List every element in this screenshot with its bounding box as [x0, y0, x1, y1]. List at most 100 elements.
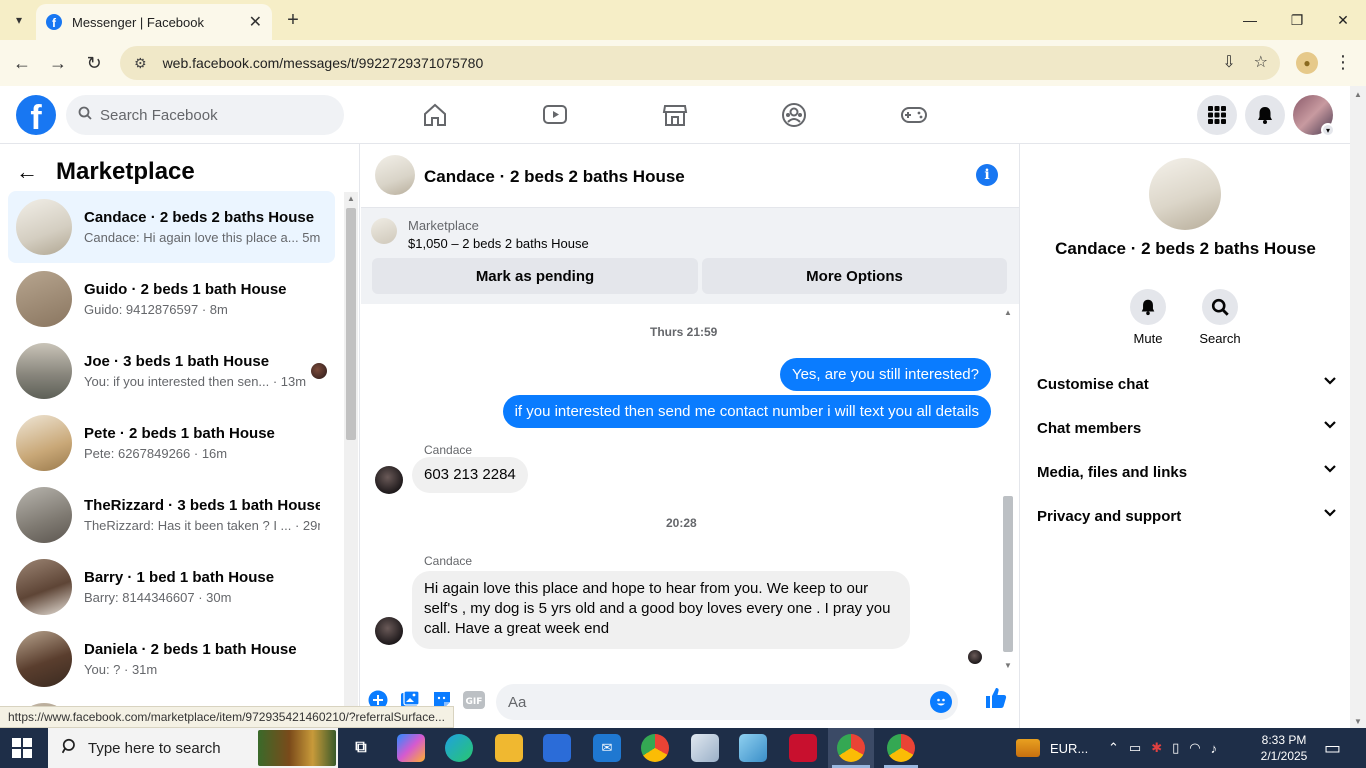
groups-icon[interactable] [779, 100, 809, 130]
network-wifi-icon[interactable]: ◠ [1189, 740, 1200, 756]
chrome-profile-icon[interactable] [887, 734, 915, 762]
browser-toolbar: ← → ↻ ⚙ web.facebook.com/messages/t/9922… [0, 40, 1366, 86]
chat-title[interactable]: Candace · 2 beds 2 baths House [424, 167, 685, 187]
mail-icon[interactable]: ✉ [593, 734, 621, 762]
marketplace-icon[interactable] [660, 100, 690, 130]
mark-as-pending-button[interactable]: Mark as pending [372, 258, 698, 294]
page-scrollbar[interactable]: ▲ ▼ [1350, 86, 1366, 728]
forward-button[interactable]: → [45, 50, 71, 76]
incoming-message[interactable]: Hi again love this place and hope to hea… [412, 571, 910, 649]
tab-close-icon[interactable]: ✕ [249, 12, 262, 32]
chat-members-section[interactable]: Chat members [1028, 406, 1344, 450]
details-avatar[interactable] [1149, 158, 1221, 230]
windows-start-icon[interactable] [12, 738, 32, 758]
menu-grid-icon[interactable] [1197, 95, 1237, 135]
home-icon[interactable] [420, 100, 450, 130]
outgoing-message[interactable]: Yes, are you still interested? [779, 358, 991, 391]
video-icon[interactable] [540, 100, 570, 130]
mute-button[interactable]: Mute [1118, 289, 1178, 346]
taskbar-search[interactable]: Type here to search [48, 728, 338, 768]
info-icon[interactable]: i [976, 164, 998, 186]
conversation-item[interactable]: Pete · 2 beds 1 bath House Pete: 6267849… [8, 407, 335, 479]
volume-icon[interactable]: ♪ [1211, 741, 1218, 756]
task-view-icon[interactable]: ⧉ [347, 734, 375, 762]
gaming-icon[interactable] [899, 100, 929, 130]
close-window-button[interactable]: ✕ [1331, 8, 1355, 32]
listing-thumbnail[interactable] [371, 218, 397, 244]
system-clock[interactable]: 8:33 PM 2/1/2025 [1254, 732, 1314, 764]
incoming-message[interactable]: 603 213 2284 [412, 457, 528, 493]
back-button[interactable]: ← [9, 50, 35, 76]
media-files-links-section[interactable]: Media, files and links [1028, 450, 1344, 494]
profile-avatar[interactable]: ▾ [1293, 95, 1335, 137]
scroll-up-arrow-icon[interactable]: ▲ [347, 194, 355, 203]
bookmark-star-icon[interactable]: ☆ [1254, 52, 1268, 72]
scroll-down-arrow-icon[interactable]: ▼ [1004, 661, 1012, 670]
conversation-item[interactable]: Guido · 2 beds 1 bath House Guido: 94128… [8, 263, 335, 335]
conversation-item[interactable]: Candace · 2 beds 2 baths House Candace: … [8, 191, 335, 263]
like-thumbs-up-icon[interactable] [984, 686, 1008, 710]
windows-taskbar: Type here to search ⧉ ✉ EUR... ⌃ ▭ ✱ ▯ ◠… [0, 728, 1366, 768]
sender-avatar[interactable] [375, 466, 403, 494]
sidebar-title: Marketplace [56, 158, 195, 185]
notifications-bell-icon[interactable] [1245, 95, 1285, 135]
conversation-preview: Candace: Hi again love this place a... 5… [84, 230, 320, 245]
currency-widget[interactable]: EUR... [1016, 728, 1088, 768]
chat-scrollbar[interactable]: ▲ ▼ [1001, 306, 1015, 670]
conversation-item[interactable]: Joe · 3 beds 1 bath House You: if you in… [8, 335, 335, 407]
customise-chat-section[interactable]: Customise chat [1028, 362, 1344, 406]
tab-title: Messenger | Facebook [72, 14, 204, 30]
facebook-search[interactable] [66, 95, 344, 135]
notepad-app-icon[interactable] [739, 734, 767, 762]
conversation-item[interactable]: Daniela · 2 beds 1 bath House You: ? · 3… [8, 623, 335, 695]
scroll-up-arrow-icon[interactable]: ▲ [1354, 90, 1362, 99]
site-info-icon[interactable]: ⚙ [134, 55, 147, 72]
chrome-icon[interactable] [641, 734, 669, 762]
back-arrow-icon[interactable]: ← [16, 159, 48, 185]
browser-menu-icon[interactable]: ⋮ [1334, 52, 1352, 73]
reload-button[interactable]: ↻ [81, 50, 107, 76]
gif-icon[interactable]: GIF [462, 688, 486, 712]
browser-tab[interactable]: f Messenger | Facebook ✕ [36, 4, 272, 40]
antivirus-icon[interactable]: ✱ [1151, 740, 1162, 756]
microsoft-store-icon[interactable] [543, 734, 571, 762]
paint-app-icon[interactable] [691, 734, 719, 762]
conversation-item[interactable]: Barry · 1 bed 1 bath House Barry: 814434… [8, 551, 335, 623]
notifications-icon[interactable]: ▭ [1324, 728, 1341, 768]
conversation-item[interactable]: TheRizzard · 3 beds 1 bath House TheRizz… [8, 479, 335, 551]
chrome-active-icon[interactable] [837, 734, 865, 762]
privacy-support-section[interactable]: Privacy and support [1028, 494, 1344, 538]
address-bar[interactable]: ⚙ web.facebook.com/messages/t/9922729371… [120, 46, 1280, 80]
new-tab-button[interactable]: + [282, 8, 304, 32]
scrollbar-thumb[interactable] [1003, 496, 1013, 652]
browser-profile-icon[interactable]: ● [1296, 52, 1318, 74]
chevron-up-icon[interactable]: ⌃ [1108, 740, 1119, 756]
outgoing-message[interactable]: if you interested then send me contact n… [502, 395, 991, 428]
tab-search-dropdown[interactable]: ▾ [6, 8, 32, 32]
message-input-box[interactable] [496, 684, 958, 720]
battery-icon[interactable]: ▯ [1172, 740, 1179, 756]
meet-now-icon[interactable]: ▭ [1129, 740, 1141, 756]
conversation-list-scrollbar[interactable]: ▲ [344, 192, 358, 728]
listing-price[interactable]: $1,050 – 2 beds 2 baths House [408, 236, 589, 251]
facebook-logo-icon[interactable]: f [16, 95, 56, 135]
file-explorer-icon[interactable] [495, 734, 523, 762]
scroll-down-arrow-icon[interactable]: ▼ [1354, 717, 1362, 726]
message-input[interactable] [508, 693, 918, 711]
chat-avatar[interactable] [375, 155, 415, 195]
more-options-button[interactable]: More Options [702, 258, 1007, 294]
minimize-button[interactable]: — [1238, 8, 1262, 32]
install-app-icon[interactable]: ⇩ [1222, 52, 1235, 72]
edge-browser-icon[interactable] [445, 734, 473, 762]
copilot-icon[interactable] [397, 734, 425, 762]
scrollbar-thumb[interactable] [346, 208, 356, 440]
sender-avatar[interactable] [375, 617, 403, 645]
facebook-search-input[interactable] [100, 106, 320, 124]
camera-app-icon[interactable] [789, 734, 817, 762]
browser-tab-bar: ▾ f Messenger | Facebook ✕ + — ❐ ✕ [0, 0, 1366, 40]
scroll-up-arrow-icon[interactable]: ▲ [1004, 308, 1012, 317]
restore-button[interactable]: ❐ [1285, 8, 1309, 32]
search-in-conversation-button[interactable]: Search [1190, 289, 1250, 346]
emoji-icon[interactable] [930, 691, 952, 713]
conversation-name: Daniela · 2 beds 1 bath House [84, 641, 297, 658]
